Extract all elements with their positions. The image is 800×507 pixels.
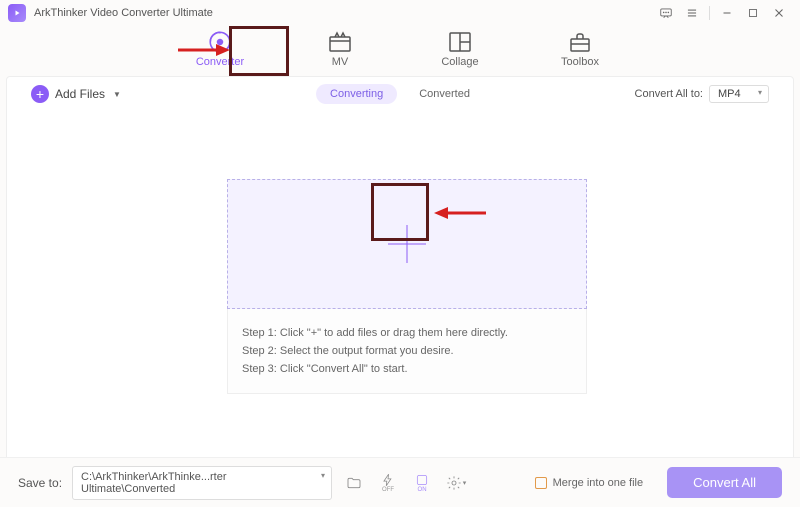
add-file-plus-button[interactable] — [379, 216, 435, 272]
plus-icon: + — [31, 85, 49, 103]
collage-icon — [446, 30, 474, 54]
step-1: Step 1: Click "+" to add files or drag t… — [242, 327, 572, 339]
tab-label: Toolbox — [561, 56, 599, 68]
open-folder-icon[interactable] — [342, 472, 366, 494]
app-title: ArkThinker Video Converter Ultimate — [34, 7, 213, 19]
dropzone: Step 1: Click "+" to add files or drag t… — [227, 179, 587, 415]
high-speed-icon[interactable]: ON — [410, 472, 434, 494]
merge-label: Merge into one file — [553, 477, 644, 489]
on-label: ON — [418, 487, 427, 493]
merge-checkbox[interactable]: Merge into one file — [535, 477, 644, 489]
save-to-label: Save to: — [18, 476, 62, 490]
chevron-down-icon: ▼ — [113, 90, 121, 99]
settings-icon[interactable]: ▾ — [444, 472, 468, 494]
off-label: OFF — [382, 487, 394, 493]
step-2: Step 2: Select the output format you des… — [242, 345, 572, 357]
maximize-button[interactable] — [740, 2, 766, 24]
divider — [709, 6, 710, 20]
top-navigation: Converter MV Collage Toolbox — [0, 26, 800, 76]
mv-icon — [326, 30, 354, 54]
converter-icon — [206, 30, 234, 54]
checkbox-icon — [535, 477, 547, 489]
convert-all-to-label: Convert All to: — [635, 88, 703, 100]
tab-mv[interactable]: MV — [305, 30, 375, 68]
toolbar: + Add Files ▼ Converting Converted Conve… — [13, 77, 787, 111]
close-button[interactable] — [766, 2, 792, 24]
feedback-icon[interactable] — [653, 2, 679, 24]
tab-converting[interactable]: Converting — [316, 84, 397, 104]
tab-collage[interactable]: Collage — [425, 30, 495, 68]
hardware-accel-icon[interactable]: OFF — [376, 472, 400, 494]
add-files-label: Add Files — [55, 87, 105, 101]
menu-icon[interactable] — [679, 2, 705, 24]
save-path-value: C:\ArkThinker\ArkThinke...rter Ultimate\… — [81, 471, 226, 495]
save-path-select[interactable]: C:\ArkThinker\ArkThinke...rter Ultimate\… — [72, 466, 332, 500]
add-files-button[interactable]: + Add Files ▼ — [31, 85, 121, 103]
output-format-select[interactable]: MP4 — [709, 85, 769, 103]
app-logo — [8, 4, 26, 22]
chevron-down-icon: ▾ — [463, 479, 467, 487]
format-value: MP4 — [718, 88, 741, 100]
tab-label: MV — [332, 56, 349, 68]
title-bar: ArkThinker Video Converter Ultimate — [0, 0, 800, 26]
tab-toolbox[interactable]: Toolbox — [545, 30, 615, 68]
instructions: Step 1: Click "+" to add files or drag t… — [227, 309, 587, 394]
tab-label: Converter — [196, 56, 244, 68]
step-3: Step 3: Click "Convert All" to start. — [242, 363, 572, 375]
tab-converted[interactable]: Converted — [405, 84, 484, 104]
minimize-button[interactable] — [714, 2, 740, 24]
convert-all-button[interactable]: Convert All — [667, 467, 782, 498]
tab-converter[interactable]: Converter — [185, 30, 255, 68]
tab-label: Collage — [441, 56, 478, 68]
bottom-bar: Save to: C:\ArkThinker\ArkThinke...rter … — [0, 457, 800, 507]
main-area: Step 1: Click "+" to add files or drag t… — [7, 111, 793, 461]
drop-target[interactable] — [227, 179, 587, 309]
toolbox-icon — [566, 30, 594, 54]
